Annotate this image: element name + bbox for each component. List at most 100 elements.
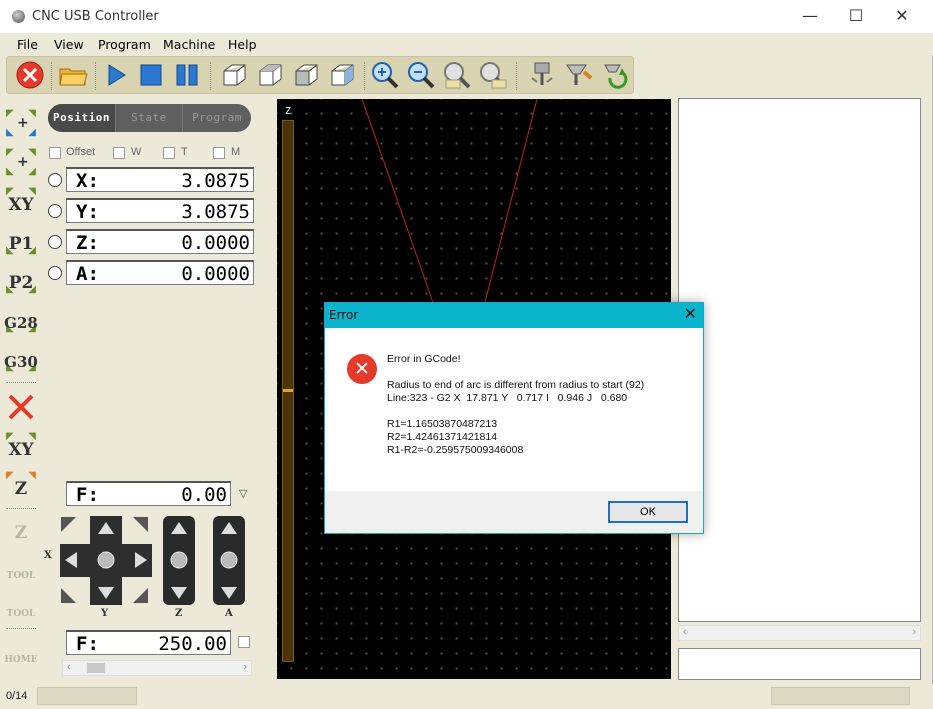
xy-jog-pad[interactable]	[60, 516, 152, 605]
tool-change-button[interactable]: TOOL	[4, 588, 38, 622]
zero-all-button[interactable]	[4, 390, 38, 424]
goto-xy-zero-button[interactable]: ◤ ◥ XY	[4, 184, 38, 218]
zero-z-button[interactable]: ◤ ◥ Z	[4, 468, 38, 502]
jog-x-label: X	[44, 550, 52, 561]
x-position-display[interactable]: X: 3.0875	[66, 167, 254, 192]
t-checkbox[interactable]	[163, 147, 175, 159]
view-front-icon[interactable]	[291, 60, 321, 90]
menu-program[interactable]: Program	[98, 37, 151, 52]
stop-square-icon[interactable]	[136, 60, 166, 90]
tab-program[interactable]: Program	[182, 104, 251, 132]
zoom-in-icon[interactable]	[370, 60, 400, 90]
title-bar: CNC USB Controller — ☐ ✕	[0, 0, 933, 33]
menu-bar: File View Program Machine Help	[0, 33, 933, 55]
home-label: HOME	[4, 655, 38, 665]
gcode-listing-panel[interactable]	[678, 98, 921, 622]
jog-y-label: Y	[101, 608, 109, 619]
tab-state[interactable]: State	[115, 104, 182, 132]
w-checkbox[interactable]	[113, 147, 125, 159]
menu-help[interactable]: Help	[228, 37, 257, 52]
offset-checkbox[interactable]	[49, 147, 61, 159]
a-axis-radio[interactable]	[48, 266, 62, 280]
x-position-value: 3.0875	[181, 170, 250, 192]
tab-position[interactable]: Position	[48, 104, 115, 132]
feed-rate-value: 250.00	[158, 633, 227, 655]
status-progress-box	[37, 687, 137, 705]
a-position-display[interactable]: A: 0.0000	[66, 260, 254, 285]
view-side-icon[interactable]	[327, 60, 357, 90]
dialog-r1: R1=1.16503870487213	[387, 418, 498, 430]
stop-icon[interactable]	[15, 60, 45, 90]
close-window-button[interactable]: ✕	[879, 0, 925, 32]
a-position-value: 0.0000	[181, 263, 250, 285]
goto-g28-button[interactable]: ◣ ◢ G28	[4, 301, 38, 335]
z-scale-label: Z	[285, 106, 292, 117]
scroll-right-icon[interactable]: ›	[912, 626, 916, 638]
open-folder-icon[interactable]	[58, 60, 88, 90]
view-iso-icon[interactable]	[219, 60, 249, 90]
feed-value: 0.00	[181, 484, 227, 506]
refresh-icon[interactable]	[600, 60, 630, 90]
spindle-icon[interactable]	[527, 60, 557, 90]
view-top-icon[interactable]	[255, 60, 285, 90]
error-icon: ✕	[347, 354, 377, 384]
tool-length-button[interactable]: TOOL	[4, 550, 38, 584]
y-axis-radio[interactable]	[48, 204, 62, 218]
mdi-input[interactable]	[678, 648, 921, 680]
toolbar-separator	[6, 382, 36, 383]
zoom-out-icon[interactable]	[406, 60, 436, 90]
y-position-display[interactable]: Y: 3.0875	[66, 198, 254, 223]
offset-label: Offset	[66, 146, 96, 158]
pause-icon[interactable]	[172, 60, 202, 90]
dialog-title-bar: Error ✕	[325, 303, 703, 328]
probe-z-button[interactable]: Z	[4, 512, 38, 546]
left-toolbar: ◤ ◥ ◣ ◢ + ◤ ◥ ◣ ◢ + ◤ ◥ XY ◣ ◢ P1 ◣ ◢ P2 ◣ ◢ G28…	[2, 98, 40, 683]
x-axis-radio[interactable]	[48, 173, 62, 187]
jog-xy-plus-green-icon[interactable]: ◤ ◥ ◣ ◢ +	[4, 145, 38, 179]
ok-button[interactable]: OK	[608, 501, 688, 523]
app-icon	[12, 10, 25, 23]
scroll-thumb[interactable]	[87, 663, 105, 673]
jog-z-label: Z	[175, 608, 183, 619]
position-tabs: Position State Program	[48, 104, 251, 132]
zoom-fit-icon[interactable]	[442, 60, 472, 90]
feed-rate-field[interactable]: F: 250.00	[66, 630, 231, 655]
goto-g28-label: G28	[4, 314, 38, 332]
menu-view[interactable]: View	[54, 37, 84, 52]
zero-xy-button[interactable]: ◤ ◥ XY	[4, 429, 38, 463]
m-checkbox[interactable]	[213, 147, 225, 159]
z-axis-label: Z:	[76, 232, 99, 254]
dialog-close-button[interactable]: ✕	[684, 304, 697, 323]
scroll-left-icon[interactable]: ‹	[67, 661, 71, 673]
z-position-display[interactable]: Z: 0.0000	[66, 229, 254, 254]
jog-xy-plus-icon[interactable]: ◤ ◥ ◣ ◢ +	[4, 106, 38, 140]
z-axis-radio[interactable]	[48, 235, 62, 249]
tool-change-icon[interactable]	[564, 60, 594, 90]
menu-machine[interactable]: Machine	[163, 37, 215, 52]
goto-p1-button[interactable]: ◣ ◢ P1	[4, 223, 38, 257]
window-title: CNC USB Controller	[32, 9, 159, 24]
minimize-button[interactable]: —	[787, 0, 833, 32]
feed-dropdown-icon[interactable]: ▽	[239, 487, 247, 500]
goto-p2-button[interactable]: ◣ ◢ P2	[4, 262, 38, 296]
scroll-right-icon[interactable]: ›	[243, 661, 247, 673]
maximize-button[interactable]: ☐	[833, 0, 879, 32]
goto-g30-label: G30	[4, 353, 38, 371]
probe-z-label: Z	[14, 523, 28, 543]
t-label: T	[181, 146, 188, 158]
dialog-message-line1: Radius to end of arc is different from r…	[387, 379, 645, 391]
jog-step-scrollbar[interactable]: ‹ ›	[62, 660, 252, 676]
gcode-horizontal-scrollbar[interactable]: ‹ ›	[678, 625, 921, 641]
main-toolbar	[6, 56, 634, 94]
a-jog-pad[interactable]	[213, 516, 245, 605]
zoom-extents-icon[interactable]	[478, 60, 508, 90]
feed-rate-checkbox[interactable]	[238, 636, 250, 648]
play-icon[interactable]	[101, 60, 131, 90]
home-button[interactable]: HOME	[4, 634, 38, 668]
feed-override-field[interactable]: F: 0.00	[66, 481, 231, 506]
menu-file[interactable]: File	[17, 37, 38, 52]
z-jog-pad[interactable]	[163, 516, 195, 605]
app-window: CNC USB Controller — ☐ ✕ File View Progr…	[0, 0, 933, 709]
goto-g30-button[interactable]: ◣ ◢ G30	[4, 340, 38, 374]
scroll-left-icon[interactable]: ‹	[683, 626, 687, 638]
